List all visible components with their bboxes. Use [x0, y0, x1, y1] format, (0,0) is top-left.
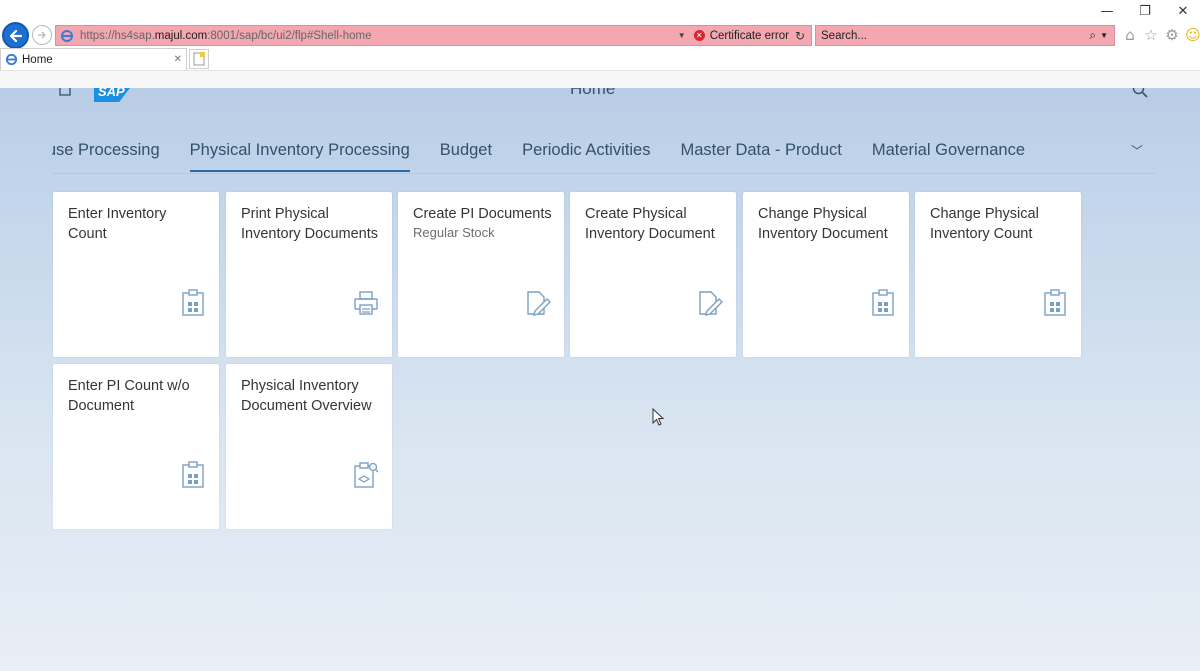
search-dropdown-icon[interactable]: ▼: [1100, 31, 1108, 40]
clipboard-icon: [182, 289, 204, 316]
edit-document-icon: [527, 291, 551, 316]
certificate-error-label[interactable]: Certificate error: [710, 30, 789, 42]
shell-title[interactable]: Home ﹀: [570, 88, 634, 99]
address-bar[interactable]: https://hs4sap.majul.com:8001/sap/bc/ui2…: [55, 25, 812, 46]
tile-subtitle: Regular Stock: [413, 225, 495, 240]
search-box[interactable]: Search... ⌕ ▼: [815, 25, 1115, 46]
search-icon[interactable]: ⌕: [1089, 28, 1096, 43]
home-icon[interactable]: ⌂: [1122, 26, 1138, 44]
clipboard-search-icon: [354, 462, 379, 488]
restore-button[interactable]: ❐: [1136, 4, 1154, 19]
anchor-item-physical-inventory-processing[interactable]: Physical Inventory Processing: [189, 141, 410, 172]
back-button[interactable]: [2, 22, 29, 49]
refresh-icon[interactable]: ↻: [795, 29, 805, 43]
tile-change-physical-inventory-document[interactable]: Change Physical Inventory Document: [743, 192, 909, 357]
clipboard-icon: [1044, 289, 1066, 316]
close-tab-icon[interactable]: ✕: [174, 54, 182, 65]
window-controls: — ❐ ✕: [1098, 4, 1192, 19]
ie-page-icon: [61, 29, 73, 42]
favorites-star-icon[interactable]: ☆: [1143, 26, 1159, 44]
chevron-down-icon: ﹀: [623, 88, 635, 96]
anchor-item-periodic-activities[interactable]: Periodic Activities: [522, 141, 650, 172]
tile-enter-pi-count-without-document[interactable]: Enter PI Count w/o Document: [53, 364, 219, 529]
tile-title: Enter PI Count w/o Document: [68, 378, 190, 414]
search-icon[interactable]: [1132, 88, 1148, 98]
new-tab-button[interactable]: [189, 49, 209, 69]
anchor-overflow-chevron-icon[interactable]: ﹀: [1131, 142, 1143, 159]
minimize-button[interactable]: —: [1098, 4, 1116, 19]
anchor-item-material-governance[interactable]: Material Governance: [872, 141, 1025, 172]
mouse-cursor-icon: [652, 408, 664, 426]
certificate-error-icon: ✕: [693, 30, 705, 41]
toolbar-icons: ⌂ ☆ ⚙ ☺: [1122, 26, 1200, 44]
tile-title: Create PI Documents: [413, 206, 552, 222]
clipboard-icon: [872, 289, 894, 316]
anchor-item-master-data-product[interactable]: Master Data - Product: [680, 141, 841, 172]
home-icon[interactable]: [58, 88, 72, 96]
tab-title: Home: [22, 53, 53, 66]
clipboard-icon: [182, 461, 204, 488]
tile-change-physical-inventory-count[interactable]: Change Physical Inventory Count: [915, 192, 1081, 357]
tile-title: Physical Inventory Document Overview: [241, 378, 372, 414]
arrow-left-icon: [9, 29, 22, 42]
shell-title-text: Home: [570, 88, 616, 98]
tile-title: Change Physical Inventory Count: [930, 206, 1039, 242]
edit-document-icon: [699, 291, 723, 316]
url-text: https://hs4sap.majul.com:8001/sap/bc/ui2…: [80, 29, 372, 42]
arrow-right-icon: [38, 31, 46, 39]
tile-title: Create Physical Inventory Document: [585, 206, 715, 242]
tile-title: Enter Inventory Count: [68, 206, 167, 242]
feedback-smiley-icon[interactable]: ☺: [1185, 26, 1200, 44]
tile-enter-inventory-count[interactable]: Enter Inventory Count: [53, 192, 219, 357]
launchpad-content: SAP Home ﹀ iouse Processing Physical Inv…: [0, 88, 1200, 671]
tile-title: Print Physical Inventory Documents: [241, 206, 379, 242]
address-dropdown-icon[interactable]: ▼: [678, 31, 686, 40]
close-window-button[interactable]: ✕: [1174, 4, 1192, 19]
tile-create-pi-documents[interactable]: Create PI Documents Regular Stock: [398, 192, 564, 357]
browser-tab-home[interactable]: Home ✕: [0, 48, 187, 70]
chrome-bottom-strip: [0, 71, 1200, 88]
anchor-item-budget[interactable]: Budget: [440, 141, 492, 172]
ie-tab-icon: [5, 53, 18, 66]
search-placeholder: Search...: [821, 29, 868, 42]
tile-physical-inventory-document-overview[interactable]: Physical Inventory Document Overview: [226, 364, 392, 529]
tile-title: Change Physical Inventory Document: [758, 206, 888, 242]
forward-button[interactable]: [32, 25, 52, 45]
printer-icon: [354, 291, 378, 315]
anchor-navigation-bar: iouse Processing Physical Inventory Proc…: [52, 136, 1155, 174]
sap-logo[interactable]: SAP: [94, 88, 136, 102]
anchor-item-house-processing[interactable]: iouse Processing: [52, 141, 160, 172]
tile-create-physical-inventory-document[interactable]: Create Physical Inventory Document: [570, 192, 736, 357]
gear-icon[interactable]: ⚙: [1164, 26, 1180, 44]
tile-print-physical-inventory-documents[interactable]: Print Physical Inventory Documents: [226, 192, 392, 357]
browser-chrome: — ❐ ✕ https://hs4sap.majul.com:8001/sap/…: [0, 0, 1200, 88]
new-tab-icon: [193, 52, 205, 66]
